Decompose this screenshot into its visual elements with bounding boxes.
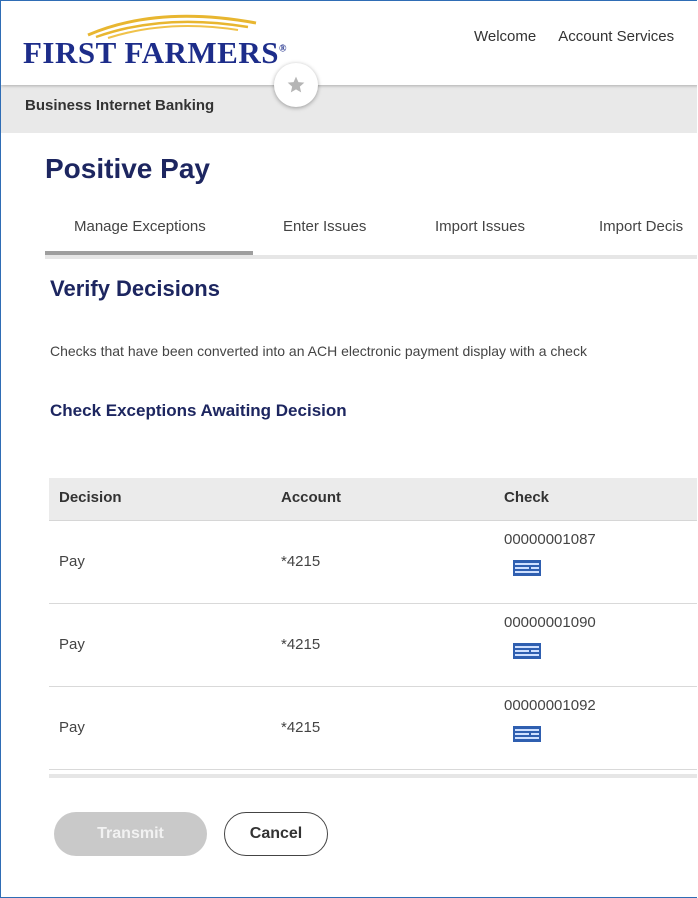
check-number: 00000001087 bbox=[504, 531, 596, 548]
decision-cell[interactable]: Pay bbox=[59, 553, 85, 570]
transmit-button[interactable]: Transmit bbox=[54, 812, 207, 856]
account-cell: *4215 bbox=[281, 719, 321, 736]
account-cell: *4215 bbox=[281, 553, 321, 570]
table-header: Decision Account Check bbox=[49, 478, 697, 521]
subsection-title: Check Exceptions Awaiting Decision bbox=[50, 401, 347, 420]
decision-cell[interactable]: Pay bbox=[59, 719, 85, 736]
column-header-check[interactable]: Check bbox=[504, 489, 549, 506]
exceptions-table: Decision Account Check Pay *4215 0000000… bbox=[49, 478, 697, 770]
section-title: Verify Decisions bbox=[50, 276, 220, 301]
bank-logo[interactable]: FIRST FARMERS® bbox=[23, 9, 286, 73]
logo-wordmark: FIRST FARMERS® bbox=[23, 35, 287, 70]
table-row: Pay *4215 00000001090 bbox=[49, 604, 697, 687]
favorite-button[interactable] bbox=[274, 63, 318, 107]
decision-cell[interactable]: Pay bbox=[59, 636, 85, 653]
app-name: Business Internet Banking bbox=[25, 97, 215, 114]
table-row: Pay *4215 00000001092 bbox=[49, 687, 697, 770]
check-number: 00000001092 bbox=[504, 697, 596, 714]
window-frame: FIRST FARMERS® Welcome Account Services B… bbox=[0, 0, 697, 898]
nav-account-services[interactable]: Account Services bbox=[558, 28, 674, 45]
tab-import-decisions[interactable]: Import Decis bbox=[599, 218, 683, 235]
check-image-icon[interactable] bbox=[512, 558, 542, 578]
tab-enter-issues[interactable]: Enter Issues bbox=[283, 218, 366, 235]
table-row: Pay *4215 00000001087 bbox=[49, 521, 697, 604]
active-tab-indicator bbox=[45, 251, 253, 255]
table-footer-rule bbox=[49, 774, 697, 778]
description-text: Checks that have been converted into an … bbox=[50, 343, 587, 359]
column-header-decision[interactable]: Decision bbox=[59, 489, 122, 506]
nav-welcome[interactable]: Welcome bbox=[474, 28, 536, 45]
tab-bar: Manage Exceptions Enter Issues Import Is… bbox=[45, 213, 697, 259]
top-header: FIRST FARMERS® Welcome Account Services bbox=[1, 1, 697, 85]
top-nav: Welcome Account Services bbox=[474, 28, 696, 45]
tab-manage-exceptions[interactable]: Manage Exceptions bbox=[74, 218, 206, 235]
check-number: 00000001090 bbox=[504, 614, 596, 631]
check-image-icon[interactable] bbox=[512, 724, 542, 744]
page-title: Positive Pay bbox=[45, 153, 210, 184]
check-image-icon[interactable] bbox=[512, 641, 542, 661]
tab-import-issues[interactable]: Import Issues bbox=[435, 218, 525, 235]
cancel-button[interactable]: Cancel bbox=[224, 812, 328, 856]
star-icon bbox=[287, 76, 305, 93]
account-cell: *4215 bbox=[281, 636, 321, 653]
column-header-account[interactable]: Account bbox=[281, 489, 341, 506]
